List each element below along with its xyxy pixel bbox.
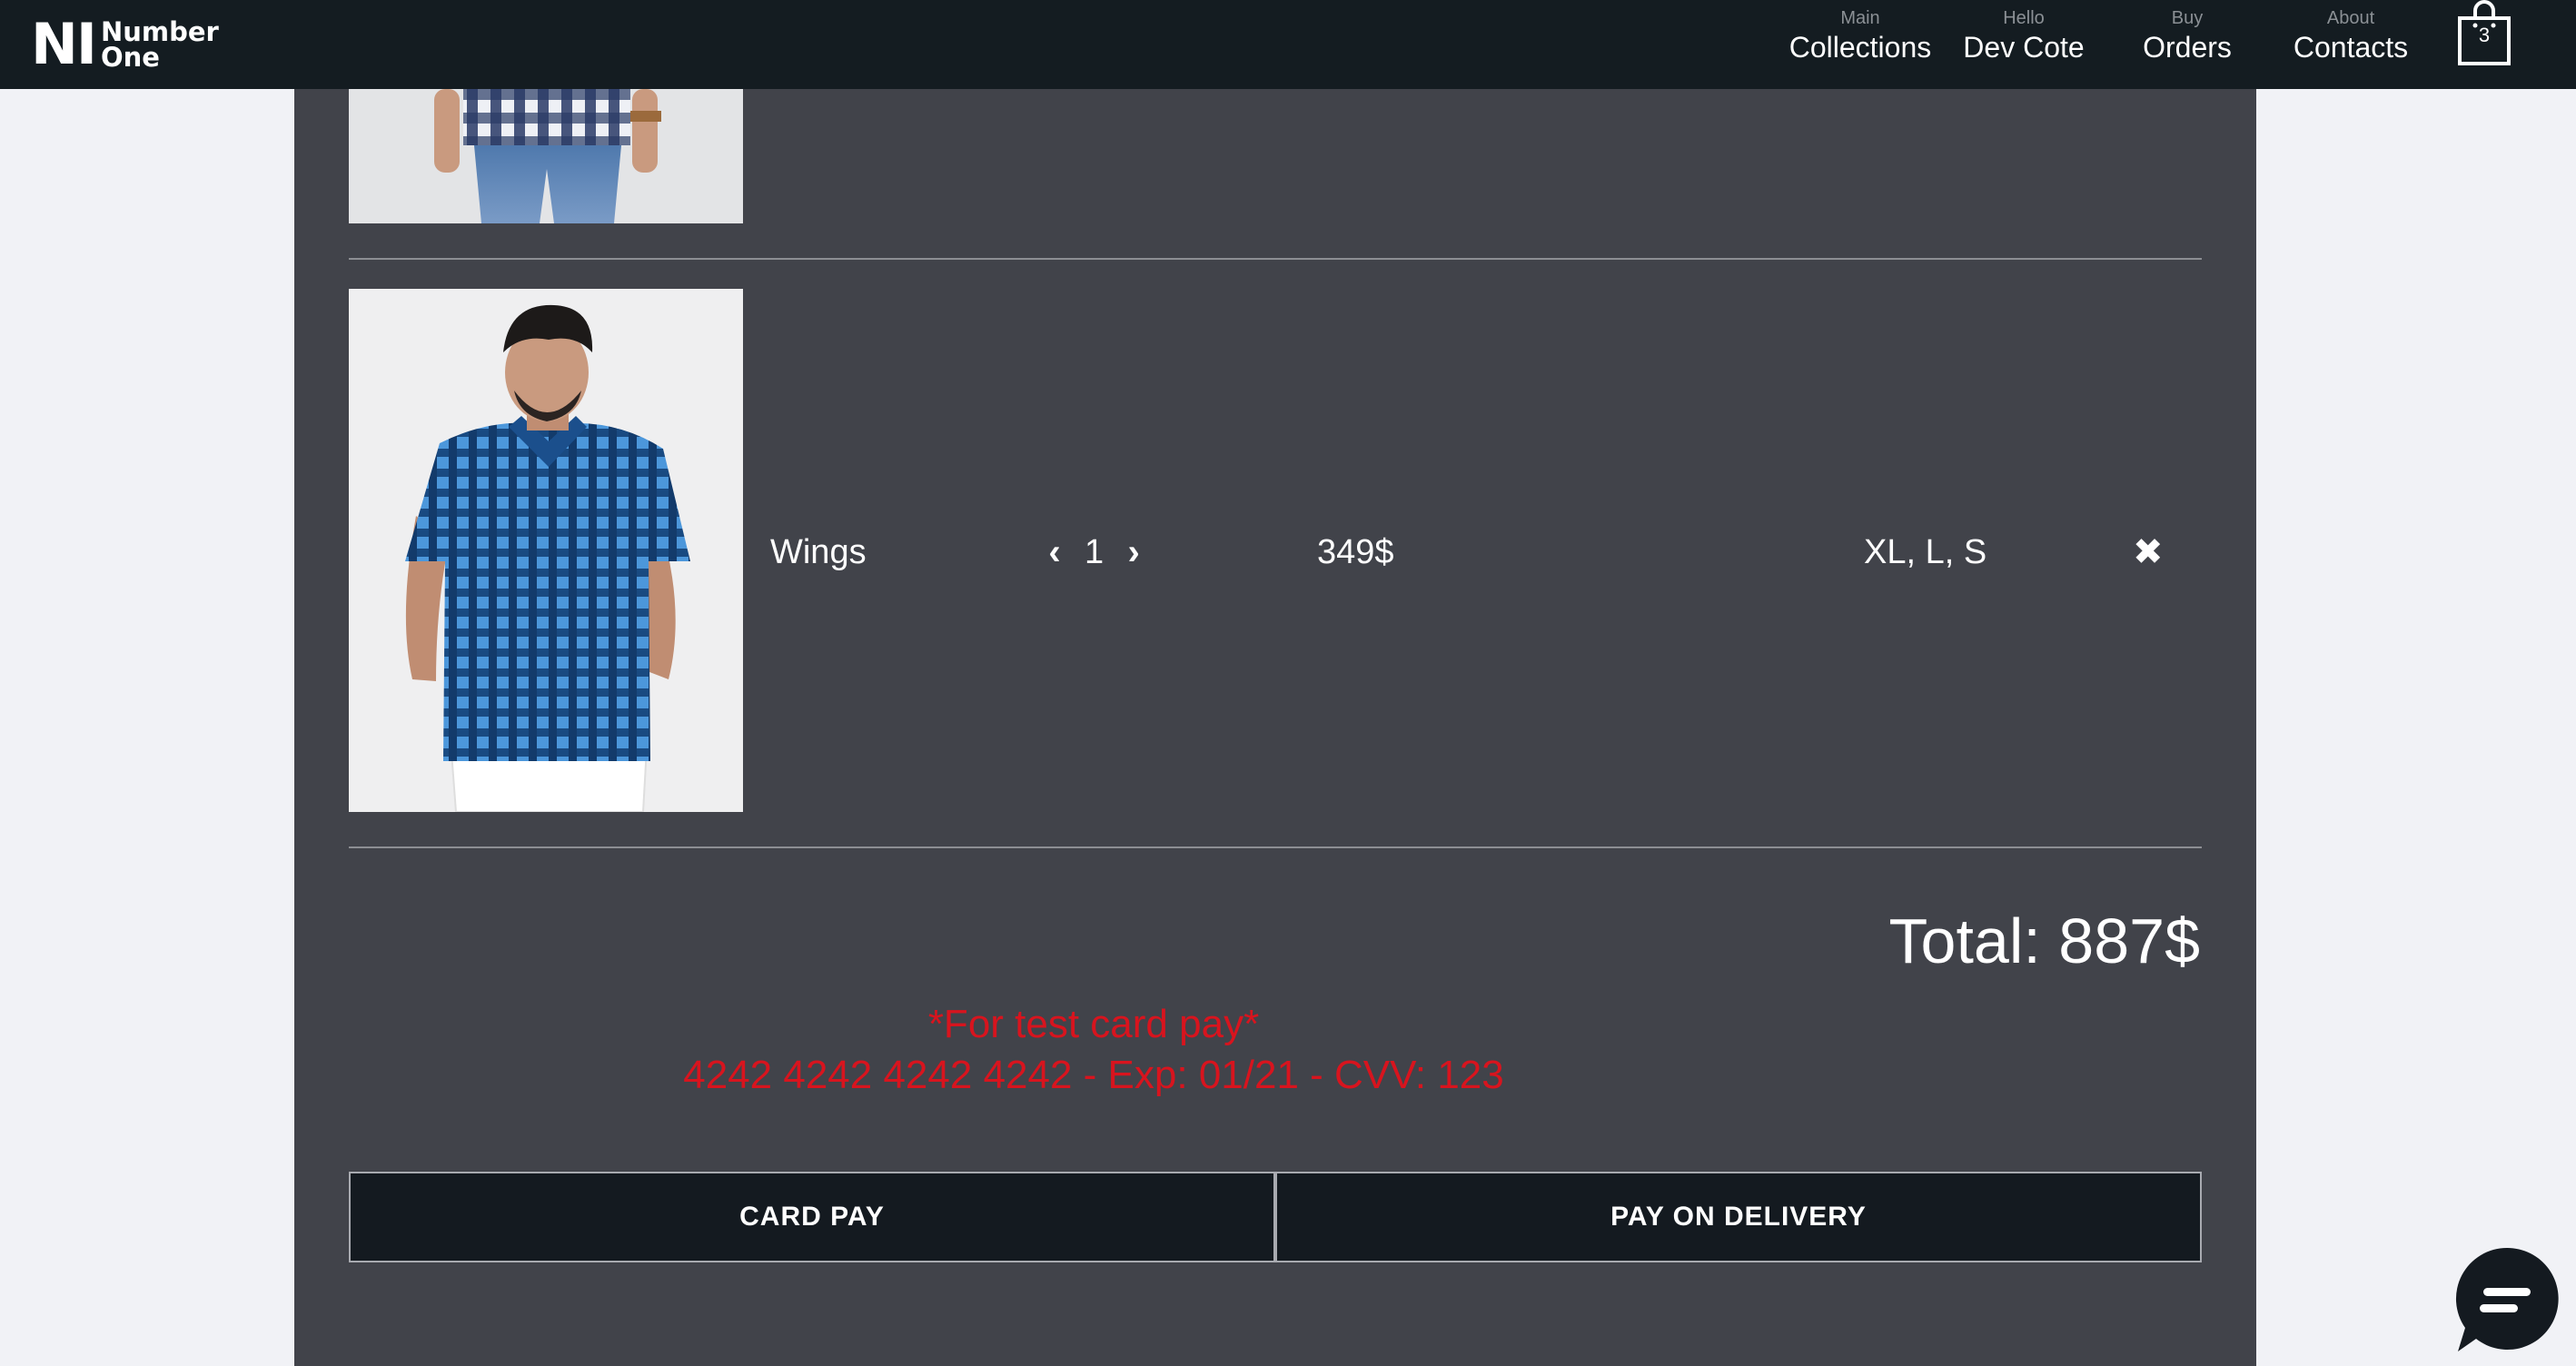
nav-contacts-label: Contacts (2293, 31, 2409, 64)
nav-contacts-caption: About (2326, 8, 2375, 28)
product-sizes: XL, L, S (1864, 533, 1987, 571)
product-photo-wings (349, 289, 743, 812)
cart-count: 3 (2478, 24, 2491, 46)
product-name[interactable]: Wings (770, 530, 867, 574)
row-divider (349, 846, 2202, 848)
quantity-value: 1 (1085, 533, 1105, 571)
chevron-left-icon[interactable]: ‹ (1041, 530, 1068, 574)
chevron-right-icon[interactable]: › (1120, 530, 1147, 574)
brand-logo[interactable]: NI Number One (31, 13, 219, 76)
chat-bubble-icon (2455, 1247, 2559, 1351)
test-card-heading: *For test card pay* (927, 1002, 1260, 1046)
product-image-previous (349, 89, 743, 223)
nav-contacts[interactable]: About Contacts (2242, 7, 2460, 65)
close-icon[interactable]: ✖ (2133, 530, 2164, 574)
card-pay-button[interactable]: CARD PAY (349, 1172, 1275, 1262)
quantity-stepper: ‹ 1 › (1041, 530, 1147, 574)
test-card-details: 4242 4242 4242 4242 - Exp: 01/21 - CVV: … (683, 1053, 1504, 1097)
logo-line-2: One (100, 42, 160, 73)
pay-on-delivery-button[interactable]: PAY ON DELIVERY (1275, 1172, 2202, 1262)
product-photo-previous (349, 89, 743, 223)
cart-total: Total: 887$ (1888, 906, 2200, 976)
row-divider (349, 258, 2202, 260)
product-image[interactable] (349, 289, 743, 812)
product-price: 349$ (1317, 533, 1394, 571)
cart-button[interactable]: 3 (2452, 0, 2516, 67)
cart-panel: Wings ‹ 1 › 349$ XL, L, S ✖ Total: 887$ … (294, 89, 2256, 1366)
top-navbar: NI Number One Main Collections Hello Dev… (0, 0, 2576, 89)
chat-widget-button[interactable] (2452, 1244, 2561, 1355)
logo-mark: NI (31, 11, 97, 77)
logo-wordmark: Number One (100, 16, 219, 73)
logo-line-1: Number (100, 16, 219, 47)
